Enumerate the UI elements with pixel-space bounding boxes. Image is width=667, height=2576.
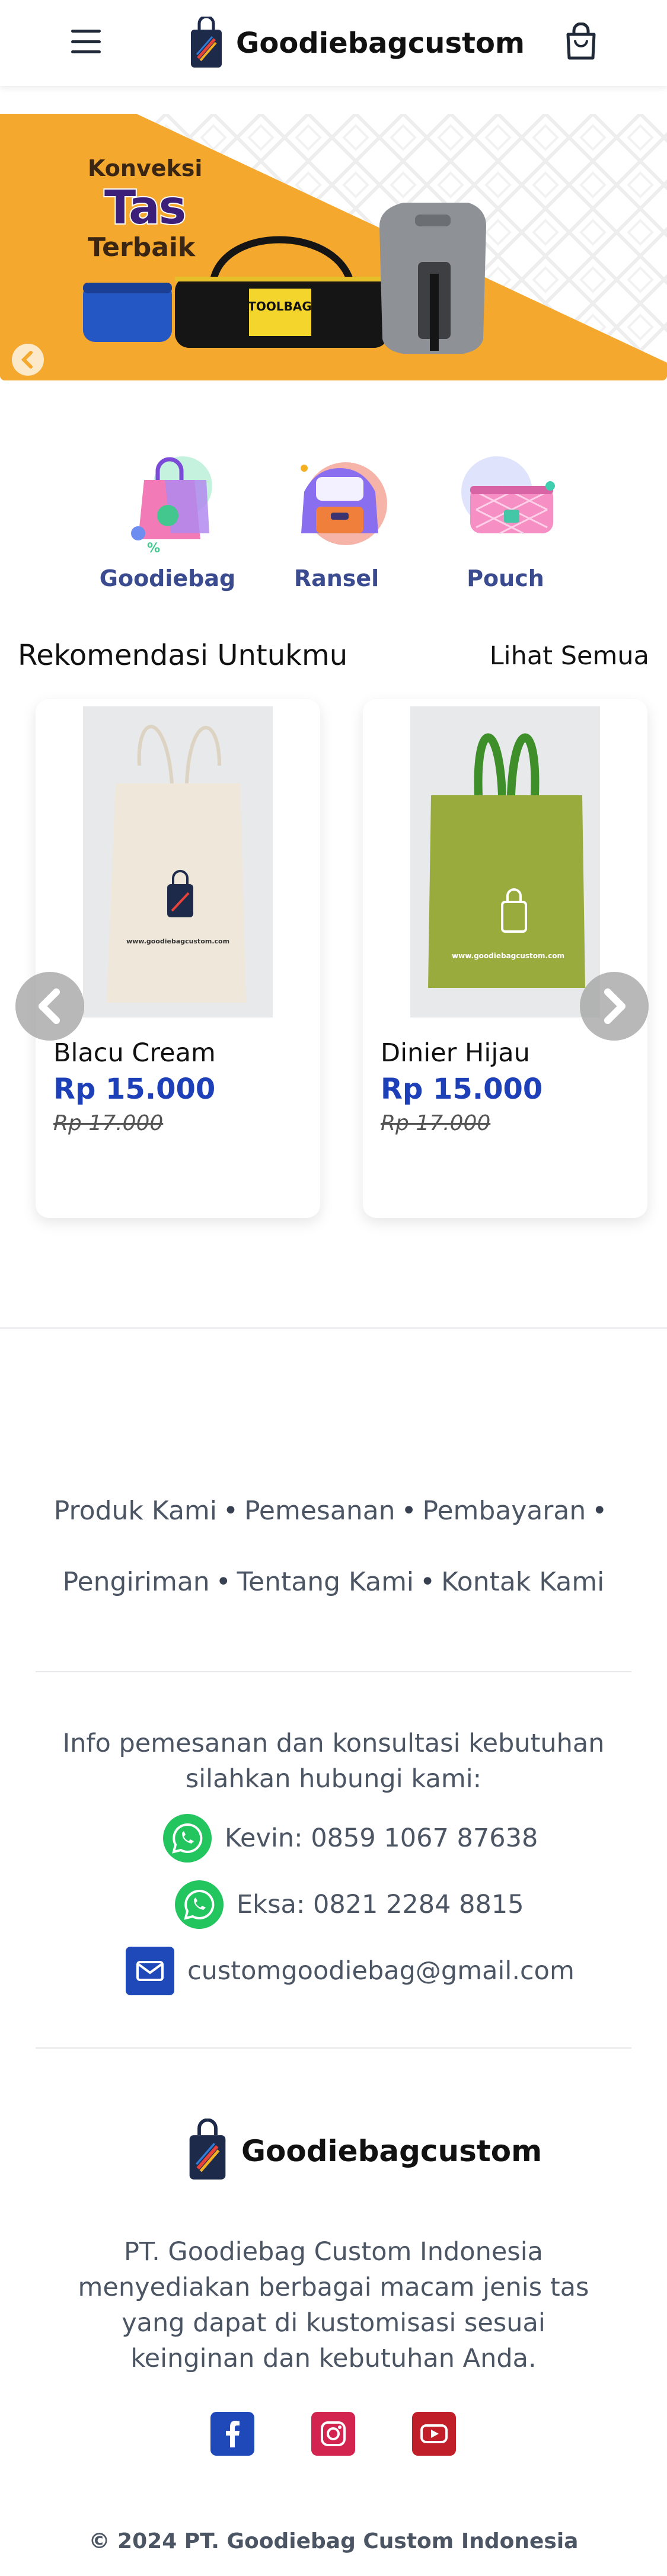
chevron-left-icon: [39, 988, 60, 1024]
footer-link-tentang[interactable]: Tentang Kami: [237, 1567, 414, 1597]
contact-whatsapp-eksa[interactable]: Eksa: 0821 2284 8815: [175, 1880, 524, 1929]
svg-text:%: %: [147, 541, 160, 556]
brand-logo-link[interactable]: Goodiebagcustom: [189, 17, 525, 70]
bag-print-text: www.goodiebagcustom.com: [452, 952, 564, 960]
category-pouch[interactable]: Pouch: [439, 444, 572, 591]
contact-label: Eksa: 0821 2284 8815: [237, 1890, 524, 1919]
contact-label: customgoodiebag@gmail.com: [187, 1956, 575, 1986]
product-image: www.goodiebagcustom.com: [410, 706, 600, 1017]
footer-link-pembayaran[interactable]: Pembayaran: [423, 1496, 586, 1526]
carousel-next-button[interactable]: [580, 972, 649, 1041]
whatsapp-icon: [163, 1814, 212, 1863]
facebook-icon[interactable]: [210, 2412, 254, 2456]
category-label: Goodiebag: [99, 565, 236, 591]
product-carousel: www.goodiebagcustom.com Blacu Cream Rp 1…: [36, 699, 649, 1218]
footer-brand[interactable]: Goodiebagcustom: [187, 2116, 542, 2187]
contact-email[interactable]: customgoodiebag@gmail.com: [126, 1947, 575, 1995]
link-separator: •: [215, 1567, 231, 1597]
brand-title: Goodiebagcustom: [236, 27, 525, 60]
category-ransel[interactable]: Ransel: [270, 444, 403, 591]
backpack-icon: [300, 462, 387, 545]
product-card[interactable]: www.goodiebagcustom.com Blacu Cream Rp 1…: [36, 699, 320, 1218]
toolbag-label: TOOLBAG: [248, 299, 312, 313]
footer-link-pengiriman[interactable]: Pengiriman: [63, 1567, 210, 1597]
mail-icon: [126, 1947, 174, 1995]
product-name: Dinier Hijau: [381, 1038, 530, 1068]
footer-nav-row-2: Pengiriman • Tentang Kami • Kontak Kami: [36, 1567, 631, 1597]
whatsapp-icon: [175, 1880, 224, 1929]
menu-icon[interactable]: [71, 30, 101, 53]
bag-logo-icon: [191, 17, 222, 68]
divider: [0, 1327, 667, 1329]
shopping-bag-cart-icon[interactable]: [563, 23, 599, 60]
chevron-left-icon: [21, 351, 33, 369]
see-all-link[interactable]: Lihat Semua: [490, 641, 649, 671]
banner-line-3: Terbaik: [88, 232, 196, 263]
carousel-prev-button[interactable]: [15, 972, 84, 1041]
link-separator: •: [420, 1567, 436, 1597]
product-old-price: Rp 17.000: [53, 1111, 164, 1135]
contact-label: Kevin: 0859 1067 87638: [225, 1823, 538, 1853]
divider: [36, 1671, 631, 1672]
product-price: Rp 15.000: [381, 1073, 543, 1106]
bag-print-text: www.goodiebagcustom.com: [126, 937, 229, 945]
product-price: Rp 15.000: [53, 1073, 216, 1106]
category-list: % Goodiebag Ransel Pouch: [99, 444, 575, 591]
pouch-icon: [461, 456, 555, 535]
section-title: Rekomendasi Untukmu: [18, 639, 348, 672]
product-name: Blacu Cream: [53, 1038, 216, 1068]
footer-link-produk[interactable]: Produk Kami: [54, 1496, 217, 1526]
banner-line-2: Tas: [103, 180, 187, 236]
contact-info-text: Info pemesanan dan konsultasi kebutuhan …: [62, 1729, 605, 1794]
bag-logo-icon: [189, 2119, 226, 2180]
link-separator: •: [401, 1496, 417, 1526]
tote-bag-image: www.goodiebagcustom.com: [107, 725, 246, 1003]
top-header: Goodiebagcustom: [0, 0, 667, 86]
link-separator: •: [223, 1496, 238, 1526]
social-links: [210, 2412, 456, 2456]
shopping-bag-icon: %: [130, 456, 212, 556]
instagram-icon[interactable]: [311, 2412, 355, 2456]
product-image: www.goodiebagcustom.com: [83, 706, 273, 1017]
youtube-icon[interactable]: [412, 2412, 456, 2456]
category-label: Ransel: [293, 565, 379, 591]
tote-bag-image: www.goodiebagcustom.com: [428, 733, 585, 988]
contact-whatsapp-kevin[interactable]: Kevin: 0859 1067 87638: [163, 1814, 538, 1863]
footer-nav: Produk Kami • Pemesanan • Pembayaran •: [36, 1496, 631, 1526]
footer-link-pemesanan[interactable]: Pemesanan: [244, 1496, 395, 1526]
product-old-price: Rp 17.000: [381, 1111, 491, 1135]
link-separator: •: [592, 1496, 608, 1526]
company-description: PT. Goodiebag Custom Indonesia menyediak…: [78, 2237, 589, 2373]
category-label: Pouch: [467, 565, 544, 591]
footer-brand-title: Goodiebagcustom: [241, 2134, 542, 2168]
banner-line-1: Konveksi: [88, 155, 203, 181]
divider: [36, 2047, 631, 2049]
chevron-right-icon: [604, 988, 625, 1024]
footer-link-kontak[interactable]: Kontak Kami: [441, 1567, 604, 1597]
product-card[interactable]: www.goodiebagcustom.com Dinier Hijau Rp …: [363, 699, 647, 1218]
category-goodiebag[interactable]: % Goodiebag: [99, 444, 236, 591]
copyright: © 2024 PT. Goodiebag Custom Indonesia: [88, 2529, 579, 2553]
banner-prev-button[interactable]: [12, 344, 44, 376]
